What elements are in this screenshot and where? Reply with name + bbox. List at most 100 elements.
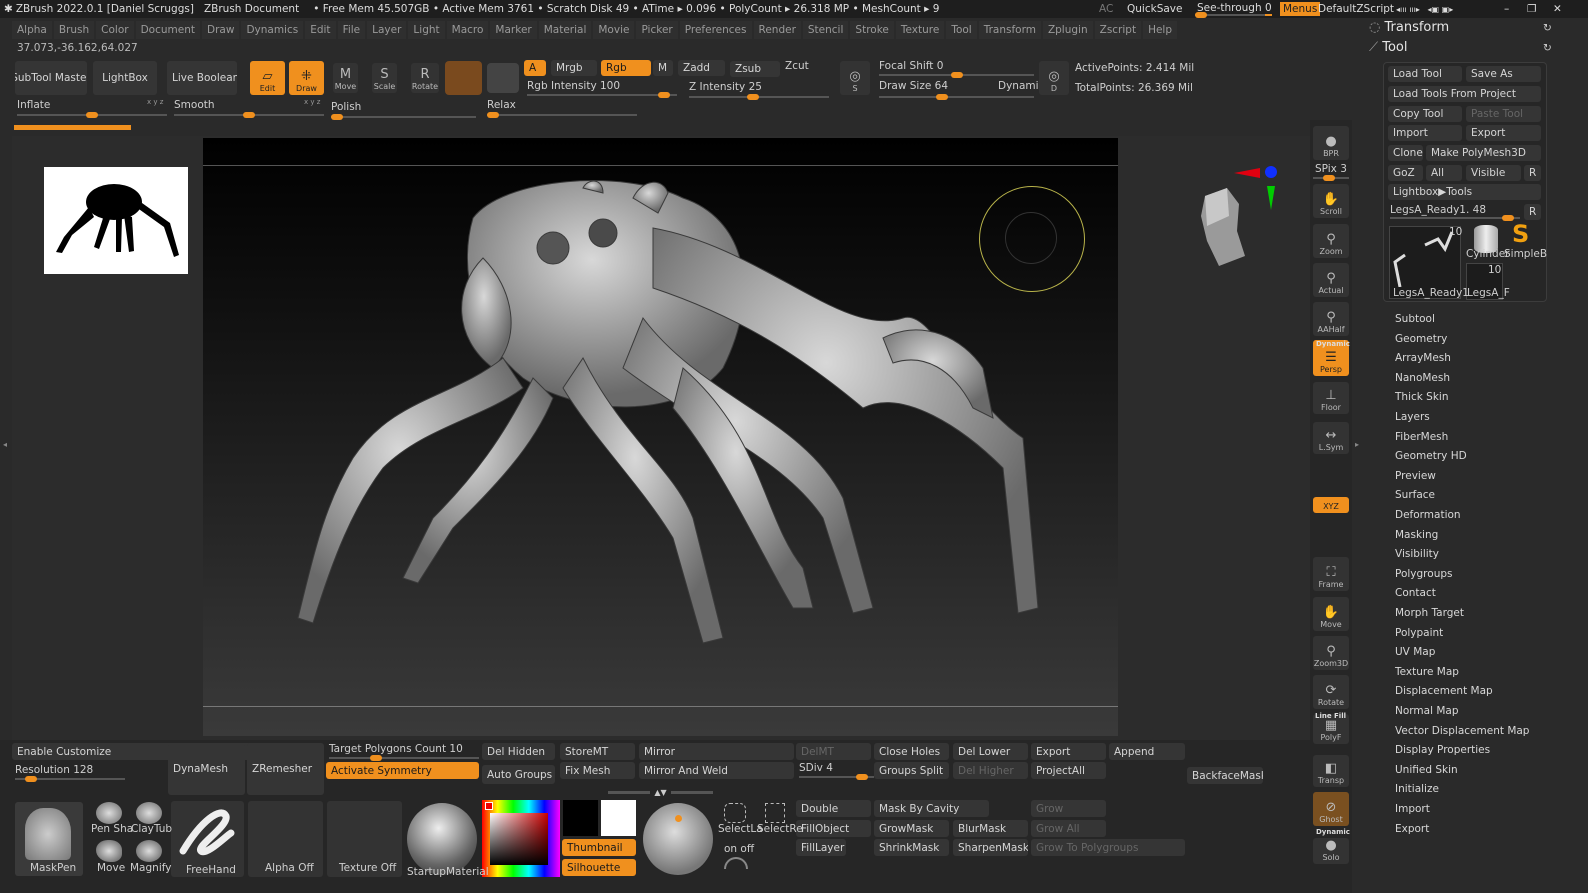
spix-slider[interactable]: SPix 3 [1315,163,1347,175]
dynamic-draw-size-toggle[interactable]: Dynamic [998,80,1044,92]
clone-button[interactable]: Clone [1388,145,1423,161]
smooth-track[interactable] [174,112,324,118]
move-view-button[interactable]: ✋ Move [1313,597,1349,631]
move-brush-icon[interactable] [96,840,122,862]
polish-track[interactable] [331,114,476,120]
edit-button[interactable]: ▱ Edit [250,61,285,95]
slider-knob[interactable] [950,72,963,78]
floor-button[interactable]: ⊥ Floor [1313,382,1349,414]
relax-slider[interactable]: Relax [487,99,516,111]
pen-shadow-brush-icon[interactable] [96,802,122,824]
subpalette-import[interactable]: Import [1395,803,1430,815]
slider-knob[interactable] [1502,215,1515,221]
fill-layer-button[interactable]: FillLayer [796,839,846,856]
current-tool-r-button[interactable]: R [1524,204,1541,220]
transp-button[interactable]: ◧ Transp [1313,755,1349,787]
lsym-button[interactable]: ↔ L.Sym [1313,422,1349,454]
subpalette-deformation[interactable]: Deformation [1395,509,1461,521]
target-polygons-track[interactable] [329,755,479,761]
see-through-track[interactable] [1195,12,1265,18]
bpr-button[interactable]: ● BPR [1313,126,1349,160]
grow-all-button[interactable]: Grow All [1031,820,1106,837]
claytubs-brush-icon[interactable] [136,802,162,824]
lightbox-button[interactable]: LightBox [93,61,157,95]
color-picker[interactable] [482,800,560,877]
target-polygons-slider[interactable]: Target Polygons Count 10 [329,743,463,755]
menu-draw[interactable]: Draw [202,21,240,39]
copy-tool-button[interactable]: Copy Tool [1388,106,1462,122]
tool-reset-icon[interactable]: ↻ [1543,42,1552,54]
inflate-track[interactable] [17,112,167,118]
subpalette-unified-skin[interactable]: Unified Skin [1395,764,1458,776]
actual-button[interactable]: ⚲ Actual [1313,263,1349,297]
slider-knob[interactable] [487,112,499,118]
menu-marker[interactable]: Marker [490,21,537,39]
save-as-button[interactable]: Save As [1466,66,1541,82]
a-toggle[interactable]: A [524,60,546,76]
mrgb-button[interactable]: Mrgb [551,60,597,76]
mirror-and-weld-button[interactable]: Mirror And Weld [639,762,794,779]
close-icon[interactable]: ✕ [1553,3,1562,15]
cylinder-thumb-label[interactable]: Cylinder [1466,248,1509,260]
fill-object-button[interactable]: FillObject [796,820,871,837]
zadd-button[interactable]: Zadd [678,60,725,76]
lightbox-tools-button[interactable]: Lightbox▶Tools [1388,184,1541,200]
grow-mask-button[interactable]: GrowMask [874,820,949,837]
select-lasso-icon[interactable] [724,803,746,823]
draw-button[interactable]: ⁜ Draw [289,61,324,95]
menu-zscript[interactable]: Zscript [1094,21,1142,39]
slider-knob[interactable] [1322,175,1335,181]
menu-dynamics[interactable]: Dynamics [241,21,304,39]
quicksave-button[interactable]: QuickSave [1127,3,1182,15]
material-button[interactable] [445,61,482,95]
smooth-slider[interactable]: Smooth [174,99,215,111]
zcut-button[interactable]: Zcut [785,60,830,76]
menu-color[interactable]: Color [96,21,134,39]
rotate-button[interactable]: R Rotate [411,63,439,93]
solo-button[interactable]: ● Solo [1313,838,1349,864]
storemt-button[interactable]: StoreMT [560,743,635,760]
delmt-button[interactable]: DelMT [796,743,871,760]
import-button[interactable]: Import [1388,125,1462,141]
menu-macro[interactable]: Macro [446,21,489,39]
inflate-xyz-toggle[interactable]: x y z [147,98,163,106]
default-zscript-button[interactable]: DefaultZScript [1318,3,1394,15]
subpalette-thick-skin[interactable]: Thick Skin [1395,391,1449,403]
select-rect-icon[interactable] [765,803,785,823]
draw-size-track[interactable] [879,94,1034,100]
del-hidden-button[interactable]: Del Hidden [482,743,555,760]
goz-r-button[interactable]: R [1524,165,1541,181]
slider-knob[interactable] [936,94,949,100]
backface-mask-button[interactable]: BackfaceMask [1187,767,1263,784]
subpalette-texture-map[interactable]: Texture Map [1395,666,1459,678]
menus-button[interactable]: Menus [1280,2,1321,16]
zoom3d-button[interactable]: ⚲ Zoom3D [1313,636,1349,670]
minimize-icon[interactable]: – [1504,3,1509,15]
resolution-track[interactable] [15,776,125,782]
slider-knob[interactable] [746,94,759,100]
silhouette-button[interactable]: Silhouette [562,859,636,876]
mirror-button[interactable]: Mirror [639,743,794,760]
stroke-d-button[interactable]: ◎ D [1039,61,1069,95]
subtool-master-button[interactable]: SubTool Master [15,61,87,95]
resolution-slider[interactable]: Resolution 128 [15,764,93,776]
dynamesh-button[interactable]: DynaMesh [168,743,245,795]
focal-shift-slider[interactable]: Focal Shift 0 [879,60,943,72]
paste-tool-button[interactable]: Paste Tool [1466,106,1541,122]
left-tray-handle[interactable]: ◂ [3,440,7,460]
menu-help[interactable]: Help [1143,21,1178,39]
primary-color-swatch[interactable] [563,800,598,836]
menu-edit[interactable]: Edit [305,21,336,39]
stroke-s-button[interactable]: ◎ S [840,61,870,95]
menu-zplugin[interactable]: Zplugin [1042,21,1093,39]
project-all-button[interactable]: ProjectAll [1031,762,1106,779]
shrink-mask-button[interactable]: ShrinkMask [874,839,949,856]
tool-thumb-small-label[interactable]: LegsA_F [1467,287,1510,299]
current-tool-track[interactable] [1390,215,1520,221]
del-lower-button[interactable]: Del Lower [953,743,1028,760]
menu-transform[interactable]: Transform [978,21,1041,39]
goz-visible-button[interactable]: Visible [1466,165,1521,181]
export-button[interactable]: Export [1466,125,1541,141]
slider-knob[interactable] [855,774,868,780]
menu-tool[interactable]: Tool [946,21,977,39]
